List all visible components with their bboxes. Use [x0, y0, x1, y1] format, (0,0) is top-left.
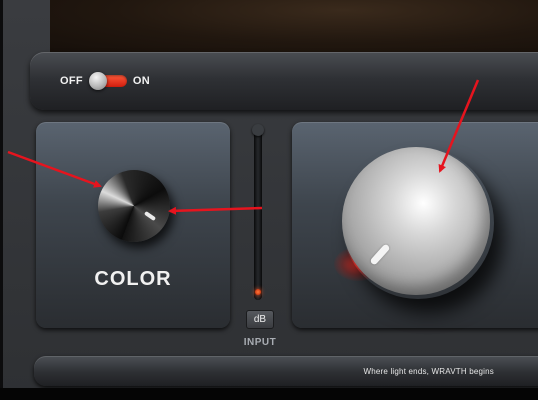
arrow-to-main-knob [438, 79, 480, 173]
arrow-to-knob-indicator [168, 206, 263, 215]
app-window: OFF ON COLOR dB INPUT Where light ends, … [0, 0, 538, 400]
annotation-arrows [7, 79, 480, 215]
arrow-to-color-knob [7, 150, 102, 188]
